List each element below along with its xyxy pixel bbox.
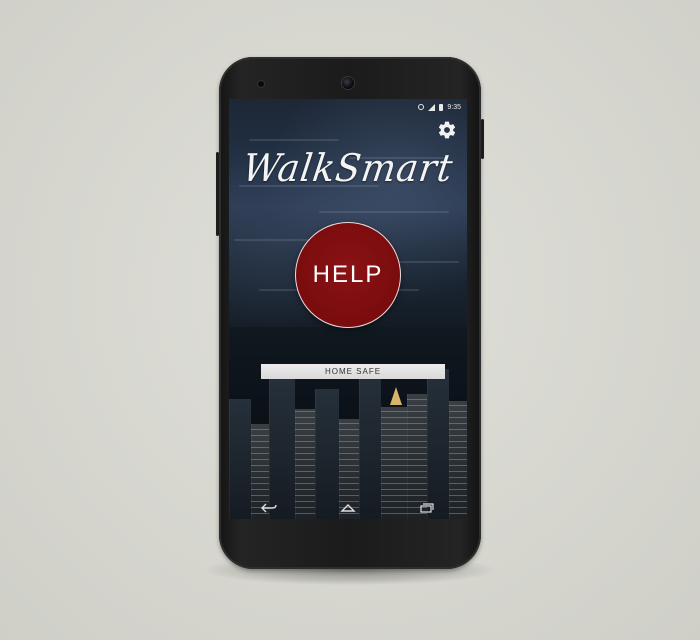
recent-apps-icon[interactable]	[417, 501, 437, 515]
app-title: WalkSmart	[240, 146, 456, 190]
power-button	[481, 119, 484, 159]
city-background	[229, 327, 467, 519]
gear-icon[interactable]	[437, 120, 457, 140]
battery-icon	[439, 103, 444, 111]
signal-icon	[428, 103, 436, 111]
mockup-stage: 9:35 WalkSmart HELP HOME SAFE	[0, 0, 700, 640]
back-icon[interactable]	[259, 501, 279, 515]
front-camera	[342, 77, 354, 89]
status-bar: 9:35	[229, 101, 467, 113]
home-safe-button[interactable]: HOME SAFE	[261, 364, 445, 379]
home-icon[interactable]	[338, 501, 358, 515]
nav-bar	[229, 498, 467, 518]
volume-button	[216, 152, 219, 236]
alarm-icon	[418, 104, 425, 110]
help-button[interactable]: HELP	[295, 222, 401, 328]
status-time: 9:35	[447, 103, 461, 111]
proximity-sensor	[258, 81, 264, 87]
